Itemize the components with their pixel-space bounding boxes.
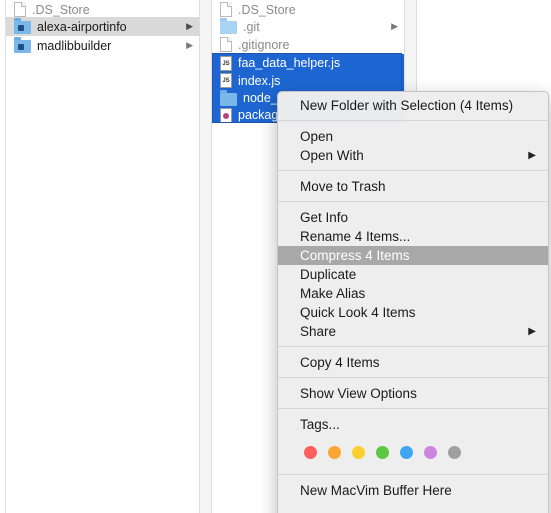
tag-yellow-dot[interactable] — [352, 445, 365, 459]
menu-item-share[interactable]: Share ▶ — [278, 322, 548, 341]
submenu-arrow-icon: ▶ — [528, 150, 536, 161]
tag-orange-dot[interactable] — [328, 445, 341, 459]
menu-item-make-alias[interactable]: Make Alias — [278, 284, 548, 303]
tag-colors-row — [278, 440, 548, 464]
submenu-arrow-icon: ▶ — [528, 326, 536, 337]
menu-item-label: Open With — [300, 148, 364, 163]
file-row-faa-data-helper[interactable]: JS faa_data_helper.js — [212, 54, 404, 72]
file-row-index-js[interactable]: JS index.js — [212, 72, 404, 89]
file-name: .DS_Store — [32, 2, 90, 17]
folder-icon — [220, 89, 237, 106]
folder-icon — [220, 18, 237, 34]
menu-item-move-to-trash[interactable]: Move to Trash — [278, 177, 548, 196]
folder-row-git[interactable]: .git ▶ — [212, 17, 404, 36]
menu-separator — [278, 408, 548, 409]
folder-row-alexa-airportinfo[interactable]: alexa-airportinfo ▶ — [6, 17, 199, 36]
document-icon — [220, 37, 232, 52]
file-name: .gitignore — [238, 37, 290, 52]
menu-item-compress[interactable]: Compress 4 Items — [278, 246, 548, 265]
folder-name: madlibbuilder — [37, 38, 112, 53]
menu-item-get-info[interactable]: Get Info — [278, 208, 548, 227]
menu-item-rename[interactable]: Rename 4 Items... — [278, 227, 548, 246]
file-name: index.js — [238, 73, 281, 88]
menu-item-label: Tags... — [300, 417, 340, 432]
menu-item-label: Compress 4 Items — [300, 248, 410, 263]
menu-separator — [278, 474, 548, 475]
menu-item-label: Rename 4 Items... — [300, 229, 411, 244]
menu-item-show-view-options[interactable]: Show View Options — [278, 384, 548, 403]
tag-red-dot[interactable] — [304, 445, 317, 459]
file-name: faa_data_helper.js — [238, 56, 341, 70]
disclosure-arrow-icon: ▶ — [186, 40, 193, 50]
finder-column-1: .DS_Store alexa-airportinfo ▶ madlibbuil… — [6, 0, 200, 513]
menu-item-label: New Folder with Selection (4 Items) — [300, 98, 514, 113]
menu-item-label: Make Alias — [300, 286, 366, 301]
menu-item-duplicate[interactable]: Duplicate — [278, 265, 548, 284]
menu-item-label: Show View Options — [300, 386, 417, 401]
javascript-file-icon: JS — [220, 55, 232, 71]
package-file-icon — [220, 107, 232, 123]
tag-purple-dot[interactable] — [424, 445, 437, 459]
folder-name: .git — [243, 19, 260, 34]
menu-item-new-folder-with-selection[interactable]: New Folder with Selection (4 Items) — [278, 96, 548, 115]
file-name: packag — [238, 108, 279, 122]
menu-separator — [278, 377, 548, 378]
menu-item-new-macvim-buffer[interactable]: New MacVim Buffer Here — [278, 481, 548, 500]
column-1-resize-gutter[interactable] — [200, 0, 212, 513]
document-icon — [14, 2, 26, 17]
menu-separator — [278, 346, 548, 347]
menu-item-copy[interactable]: Copy 4 Items — [278, 353, 548, 372]
disclosure-arrow-icon: ▶ — [186, 21, 193, 31]
menu-item-label: Move to Trash — [300, 179, 386, 194]
javascript-file-icon: JS — [220, 73, 232, 88]
folder-icon — [14, 18, 31, 34]
menu-item-label: Duplicate — [300, 267, 357, 282]
context-menu: New Folder with Selection (4 Items) Open… — [277, 91, 549, 513]
file-row-gitignore[interactable]: .gitignore — [212, 35, 404, 54]
menu-item-label: Open — [300, 129, 334, 144]
menu-item-label: Quick Look 4 Items — [300, 305, 416, 320]
tag-green-dot[interactable] — [376, 445, 389, 459]
menu-separator — [278, 201, 548, 202]
menu-separator — [278, 120, 548, 121]
menu-item-label: New MacVim Buffer Here — [300, 483, 452, 498]
folder-name: alexa-airportinfo — [37, 19, 127, 34]
menu-item-open-with[interactable]: Open With ▶ — [278, 146, 548, 165]
menu-item-quick-look[interactable]: Quick Look 4 Items — [278, 303, 548, 322]
menu-item-label: Share — [300, 324, 337, 339]
menu-item-label: Copy 4 Items — [300, 355, 380, 370]
menu-item-tags[interactable]: Tags... — [278, 415, 548, 434]
menu-item-open[interactable]: Open — [278, 127, 548, 146]
tag-blue-dot[interactable] — [400, 445, 413, 459]
menu-separator — [278, 170, 548, 171]
disclosure-arrow-icon: ▶ — [391, 21, 398, 31]
tag-gray-dot[interactable] — [448, 445, 461, 459]
folder-row-madlibbuilder[interactable]: madlibbuilder ▶ — [6, 36, 199, 55]
folder-icon — [14, 37, 31, 53]
file-name: .DS_Store — [238, 2, 296, 17]
document-icon — [220, 2, 232, 17]
menu-item-label: Get Info — [300, 210, 349, 225]
